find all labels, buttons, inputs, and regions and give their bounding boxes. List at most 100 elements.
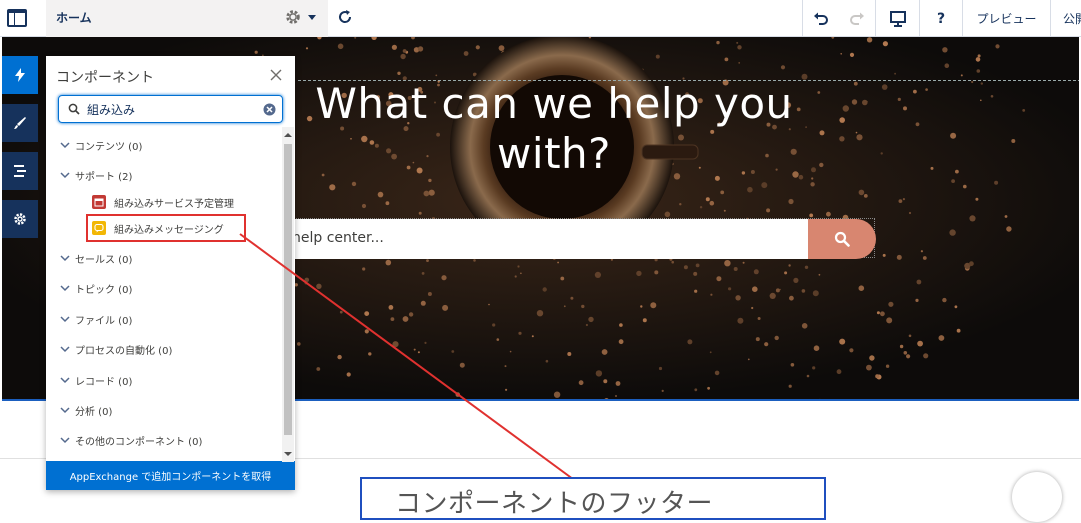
layout-icon[interactable] — [6, 7, 28, 29]
device-button[interactable] — [875, 0, 919, 37]
coffee-ground — [894, 72, 896, 75]
chat-fab-button[interactable] — [1012, 472, 1062, 522]
coffee-ground — [294, 283, 298, 287]
close-icon[interactable] — [270, 69, 282, 81]
coffee-ground — [664, 211, 671, 218]
coffee-ground — [994, 180, 999, 185]
coffee-ground — [866, 364, 872, 371]
category-process-automation[interactable]: プロセスの自動化 (0) — [60, 340, 172, 358]
components-rail-button[interactable] — [2, 56, 38, 94]
coffee-ground — [780, 65, 786, 70]
coffee-ground — [388, 305, 394, 310]
builder-toolbar: ホーム ? プレビュー 公開 — [0, 0, 1081, 37]
lightning-icon — [15, 68, 25, 82]
coffee-ground — [903, 106, 907, 111]
category-other[interactable]: その他のコンポーネント (0) — [60, 431, 202, 449]
coffee-ground — [337, 354, 342, 360]
coffee-ground — [650, 302, 657, 309]
panel-scrollbar[interactable] — [282, 127, 294, 462]
coffee-ground — [408, 312, 414, 317]
component-search-input[interactable]: 組み込み — [58, 95, 283, 123]
components-panel: コンポーネント 組み込み コンテンツ (0) サポート (2) 組み込みサービス… — [46, 56, 295, 490]
appexchange-link[interactable]: AppExchange で追加コンポーネントを取得 — [46, 461, 295, 490]
coffee-ground — [849, 348, 854, 353]
category-sales[interactable]: セールス (0) — [60, 249, 132, 267]
coffee-ground — [254, 50, 258, 54]
coffee-ground — [615, 381, 621, 386]
category-support[interactable]: サポート (2) — [60, 166, 132, 184]
help-button[interactable]: ? — [919, 0, 962, 37]
coffee-ground — [862, 99, 868, 106]
category-files[interactable]: ファイル (0) — [60, 310, 132, 328]
coffee-ground — [908, 334, 912, 338]
scroll-up-icon[interactable] — [284, 131, 292, 139]
coffee-ground — [977, 54, 981, 58]
category-analytics[interactable]: 分析 (0) — [60, 401, 112, 419]
publish-button[interactable]: 公開 — [1050, 0, 1081, 37]
coffee-ground — [619, 323, 623, 327]
coffee-ground — [875, 374, 880, 379]
chevron-down-icon — [60, 172, 70, 179]
coffee-ground — [1022, 109, 1026, 112]
coffee-ground — [801, 323, 808, 329]
scroll-thumb[interactable] — [284, 144, 292, 435]
component-embedded-service-scheduling[interactable]: 組み込みサービス予定管理 — [92, 193, 234, 211]
coffee-ground — [570, 296, 574, 300]
coffee-ground — [671, 260, 674, 264]
coffee-ground — [954, 305, 958, 309]
page-structure-rail-button[interactable] — [2, 152, 38, 190]
coffee-ground — [581, 304, 585, 309]
coffee-ground — [858, 189, 865, 196]
coffee-ground — [902, 198, 906, 201]
search-button[interactable] — [808, 219, 876, 259]
category-records[interactable]: レコード (0) — [60, 371, 132, 389]
coffee-ground — [995, 44, 1000, 49]
coffee-ground — [813, 345, 820, 352]
monitor-icon — [889, 10, 906, 27]
search-icon — [834, 231, 850, 247]
chevron-down-icon[interactable] — [308, 13, 316, 21]
coffee-ground — [1011, 139, 1016, 143]
coffee-ground — [764, 342, 769, 347]
scroll-down-icon[interactable] — [284, 450, 292, 458]
clear-icon[interactable] — [263, 103, 276, 116]
coffee-ground — [804, 265, 809, 269]
coffee-ground — [916, 279, 922, 285]
search-input[interactable]: help center... — [286, 219, 808, 259]
page-selector[interactable]: ホーム — [46, 0, 328, 37]
chevron-down-icon — [60, 407, 70, 414]
chevron-down-icon — [60, 255, 70, 262]
gear-icon[interactable] — [284, 8, 302, 26]
category-topics[interactable]: トピック (0) — [60, 279, 132, 297]
coffee-ground — [655, 54, 660, 59]
coffee-ground — [766, 208, 771, 213]
undo-icon[interactable] — [812, 10, 830, 28]
hero-title: What can we help you with? — [315, 79, 793, 178]
coffee-ground — [839, 117, 845, 123]
category-label: セールス (0) — [75, 254, 133, 266]
coffee-ground — [923, 353, 929, 359]
settings-rail-button[interactable] — [2, 200, 38, 238]
coffee-ground — [788, 198, 794, 205]
coffee-ground — [413, 348, 416, 351]
redo-icon[interactable] — [848, 10, 866, 28]
coffee-ground — [488, 303, 490, 306]
coffee-ground — [735, 295, 741, 301]
coffee-ground — [938, 335, 945, 341]
coffee-ground — [737, 45, 742, 50]
chevron-down-icon — [60, 142, 70, 149]
refresh-icon[interactable] — [336, 8, 354, 26]
theme-rail-button[interactable] — [2, 104, 38, 142]
category-content[interactable]: コンテンツ (0) — [60, 136, 142, 154]
preview-button[interactable]: プレビュー — [962, 0, 1050, 37]
search-bar: help center... — [285, 218, 876, 259]
coffee-ground — [658, 366, 663, 371]
coffee-ground — [969, 215, 976, 222]
chevron-down-icon — [60, 346, 70, 353]
search-icon — [68, 103, 80, 115]
coffee-ground — [421, 272, 425, 275]
coffee-ground — [420, 300, 426, 306]
coffee-ground — [505, 388, 508, 391]
coffee-ground — [400, 53, 406, 60]
coffee-ground — [531, 335, 534, 338]
